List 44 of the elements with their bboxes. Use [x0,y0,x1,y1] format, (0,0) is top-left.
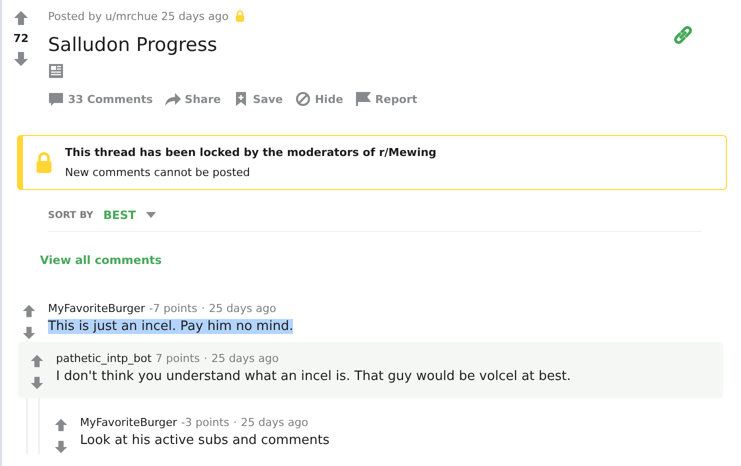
lock-icon [35,152,53,173]
comment-author[interactable]: MyFavoriteBurger [80,416,178,429]
separator-dot: · [233,416,237,429]
caret-icon [146,212,156,218]
comment-text: This is just an incel. Pay him no mind. [48,319,294,334]
hide-button[interactable]: Hide [294,87,350,111]
text-post-icon [48,63,64,79]
sort-dropdown[interactable]: BEST [103,208,156,222]
prohibited-icon [294,91,311,107]
upvote-icon[interactable] [54,418,68,432]
post-meta: Posted by u/mrchue 25 days ago [48,10,229,22]
share-arrow-icon [164,91,181,107]
comment-points: -7 points [149,302,198,315]
banner-title: This thread has been locked by the moderators of r/Mewing [65,146,436,159]
separator-dot: · [204,352,208,365]
comment-time: 25 days ago [208,302,276,315]
banner-text: New comments cannot be posted [65,166,252,179]
comment-time: 25 days ago [211,352,279,365]
report-button[interactable]: Report [355,87,424,111]
downvote-icon[interactable] [22,326,36,340]
comment-points: 7 points [156,352,200,365]
upvote-icon[interactable] [13,10,29,26]
separator-dot: · [201,302,205,315]
speech-bubble-icon [48,91,64,107]
share-button[interactable]: Share [164,87,227,111]
downvote-icon[interactable] [30,376,44,390]
view-all-comments-link[interactable]: View all comments [40,253,162,267]
comment-text: Look at his active subs and comments [80,433,330,448]
comment-time: 25 days ago [240,416,308,429]
link-icon[interactable] [672,24,694,46]
sort-label: SORT BY [48,210,94,220]
downvote-icon[interactable] [54,440,68,454]
post-title[interactable]: Salludon Progress [48,34,741,56]
downvote-icon[interactable] [13,51,29,67]
comments-button[interactable]: 33 Comments [48,87,159,111]
comment-text: I don't think you understand what an incel is. That guy would be volcel at best. [56,369,571,384]
save-button[interactable]: Save [232,87,289,111]
upvote-icon[interactable] [30,354,44,368]
upvote-icon[interactable] [22,304,36,318]
post-score: 72 [13,32,29,45]
comment-points: -3 points [181,416,230,429]
flag-icon [355,91,372,107]
comment-author[interactable]: pathetic_intp_bot [56,352,152,365]
comment-author[interactable]: MyFavoriteBurger [48,302,146,315]
